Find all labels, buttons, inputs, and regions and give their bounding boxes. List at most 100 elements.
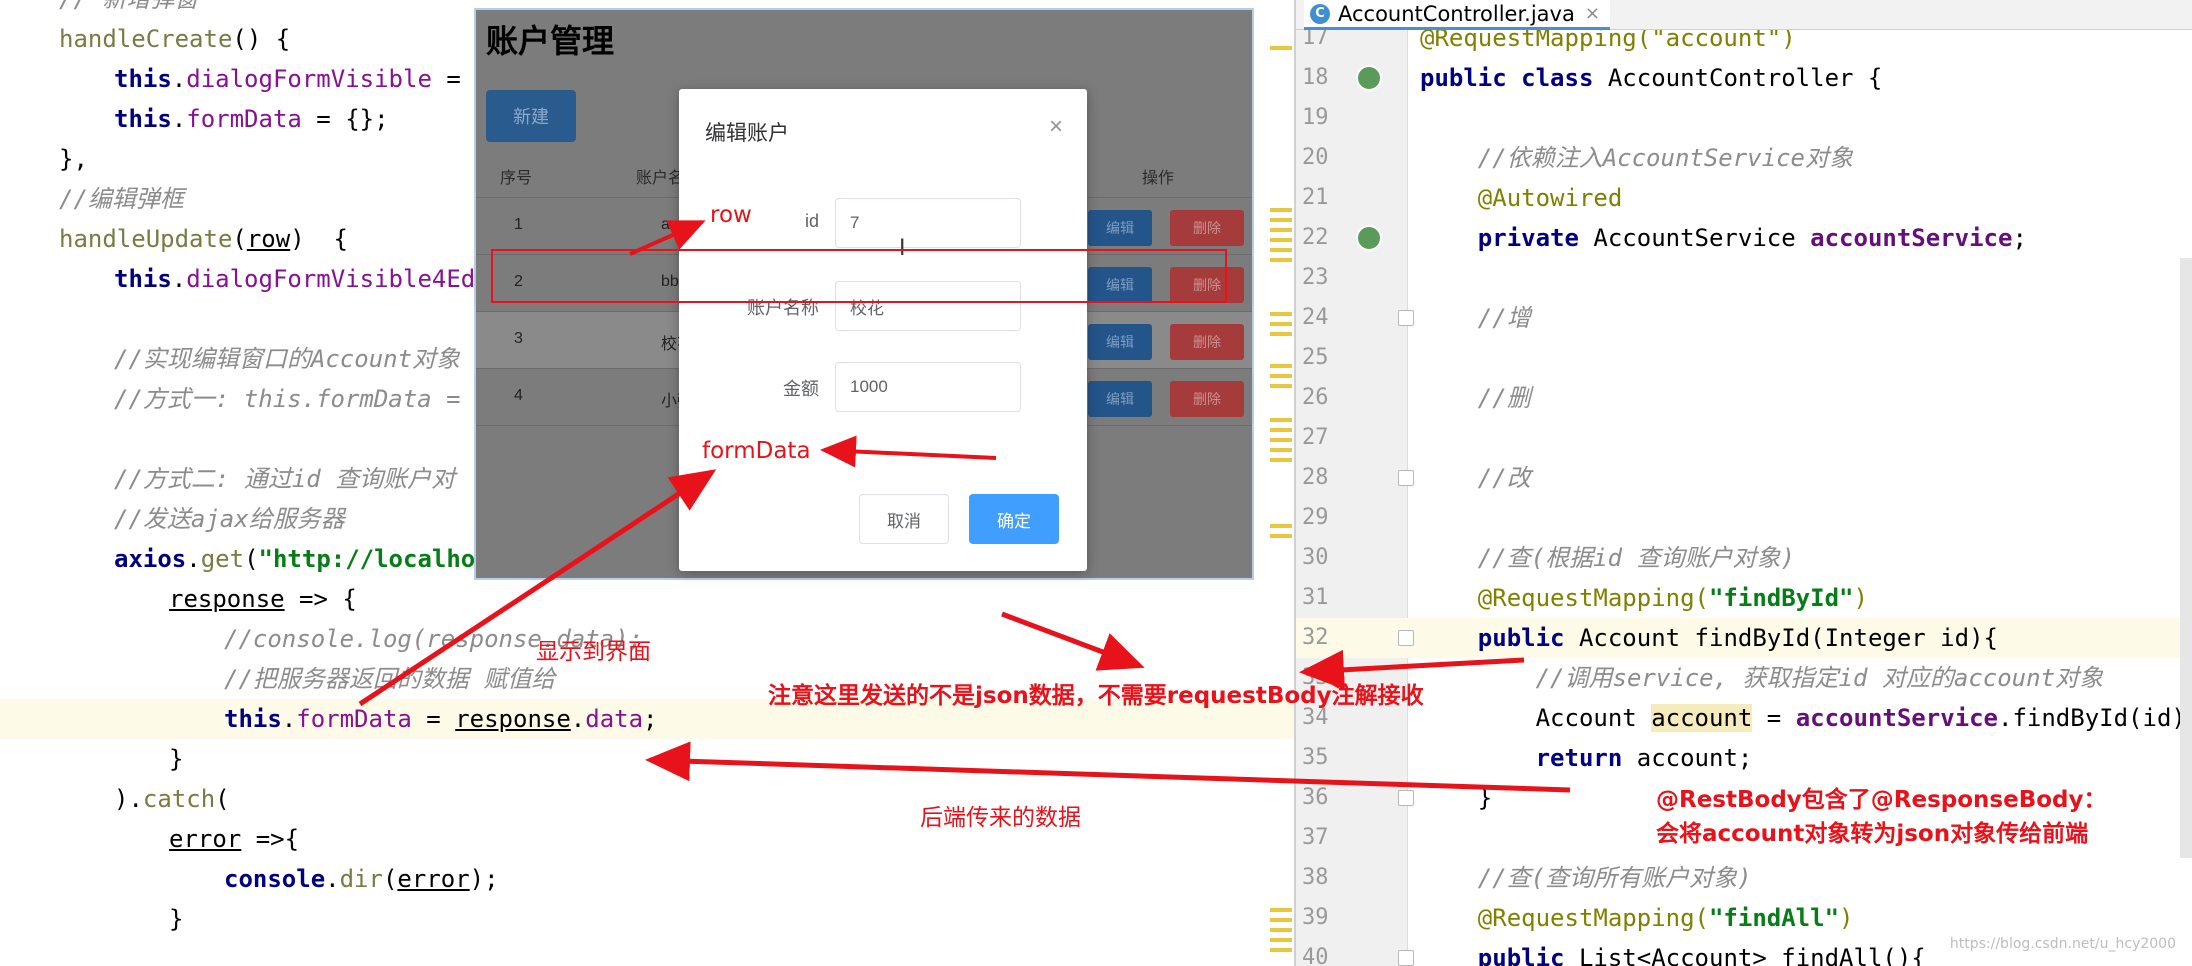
code-line[interactable]: } (0, 739, 183, 779)
new-account-button[interactable]: 新建 (486, 90, 576, 142)
vertical-scrollbar[interactable] (2180, 258, 2192, 858)
code-line[interactable]: 25 (1296, 338, 2192, 378)
code-line[interactable]: 35 return account; (1296, 738, 2192, 778)
fold-toggle-icon[interactable] (1398, 790, 1414, 806)
code-line[interactable]: 31 @RequestMapping("findById") (1296, 578, 2192, 618)
code-token: . (186, 545, 201, 573)
code-line[interactable]: //发送ajax给服务器 (0, 499, 345, 539)
code-line[interactable]: 18 public class AccountController { (1296, 58, 2192, 98)
fold-toggle-icon[interactable] (1398, 310, 1414, 326)
delete-button[interactable]: 删除 (1170, 381, 1244, 417)
code-line[interactable]: //编辑弹框 (0, 179, 184, 219)
code-token: ( (232, 225, 247, 253)
code-line[interactable]: this.formData = {}; (0, 99, 389, 139)
code-line[interactable]: }, (0, 139, 88, 179)
code-line[interactable]: // 新增弹窗 (0, 0, 198, 19)
code-token: . (171, 65, 187, 93)
amount-field[interactable] (835, 362, 1021, 412)
code-line[interactable]: handleUpdate(row) { (0, 219, 348, 259)
code-line[interactable]: 32 public Account findById(Integer id){ (1296, 618, 2192, 658)
delete-button[interactable]: 删除 (1170, 210, 1244, 246)
code-line[interactable]: 30 //查(根据id 查询账户对象) (1296, 538, 2192, 578)
code-line[interactable]: ).catch( (0, 779, 230, 819)
line-number: 35 (1302, 745, 1329, 770)
code-token: @RequestMapping( (1420, 584, 1709, 612)
code-token: return (1420, 744, 1637, 772)
edit-button[interactable]: 编辑 (1088, 210, 1152, 246)
code-line[interactable] (0, 419, 4, 459)
code-token: ); (469, 865, 499, 893)
code-line[interactable]: 28 //改 (1296, 458, 2192, 498)
code-token: = (411, 705, 456, 733)
code-line[interactable]: //实现编辑窗口的Account对象 (0, 339, 460, 379)
code-text: //删 (1420, 378, 1531, 418)
code-text: @Autowired (1420, 178, 1623, 218)
code-token: handleCreate (59, 25, 233, 53)
fold-toggle-icon[interactable] (1398, 950, 1414, 966)
annotation-backend-data: 后端传来的数据 (920, 805, 1081, 831)
edit-button[interactable]: 编辑 (1088, 324, 1152, 360)
code-line[interactable]: 20 //依赖注入AccountService对象 (1296, 138, 2192, 178)
code-line[interactable]: //方式二: 通过id 查询账户对 (0, 459, 455, 499)
row-index: 4 (514, 387, 523, 404)
code-line[interactable]: error =>{ (0, 819, 299, 859)
code-text: //增 (1420, 298, 1531, 338)
code-line[interactable]: //把服务器返回的数据 赋值给 (0, 659, 555, 699)
code-line[interactable]: 26 //删 (1296, 378, 2192, 418)
code-line[interactable]: 29 (1296, 498, 2192, 538)
annotation-formdata: formData (702, 438, 811, 464)
code-line[interactable]: } (0, 899, 183, 939)
code-token: this (224, 705, 282, 733)
code-line[interactable]: handleCreate() { (0, 19, 290, 59)
confirm-button[interactable]: 确定 (969, 494, 1059, 544)
code-token: //方式二: 通过id 查询账户对 (114, 465, 456, 493)
code-token: //调用service, 获取指定id 对应的account对象 (1420, 664, 2104, 692)
delete-button[interactable]: 删除 (1170, 324, 1244, 360)
code-line[interactable] (0, 299, 4, 339)
code-line[interactable]: 27 (1296, 418, 2192, 458)
code-token: //查(根据id 查询账户对象) (1420, 544, 1795, 572)
cancel-button[interactable]: 取消 (859, 494, 949, 544)
file-tab-account-controller[interactable]: C AccountController.java × (1304, 0, 1610, 30)
code-token: =>{ (241, 825, 300, 853)
code-line[interactable]: 38 //查(查询所有账户对象) (1296, 858, 2192, 898)
line-number: 20 (1302, 145, 1329, 170)
code-line[interactable]: 19 (1296, 98, 2192, 138)
line-number: 27 (1302, 425, 1329, 450)
fold-toggle-icon[interactable] (1398, 630, 1414, 646)
code-token: Account findById(Integer id){ (1578, 624, 1998, 652)
code-line[interactable]: 23 (1296, 258, 2192, 298)
line-number: 38 (1302, 865, 1329, 890)
code-line[interactable]: 24 //增 (1296, 298, 2192, 338)
annotation-restbody-1: @RestBody包含了@ResponseBody： (1656, 787, 2107, 813)
code-line[interactable]: 39 @RequestMapping("findAll") (1296, 898, 2192, 938)
code-token: //依赖注入AccountService对象 (1420, 144, 1853, 172)
autowired-bean-icon[interactable] (1356, 225, 1382, 251)
column-header-account-name: 账户名 (636, 170, 685, 187)
close-tab-icon[interactable]: × (1585, 3, 1600, 24)
code-text: @RequestMapping("findById") (1420, 578, 1868, 618)
code-line[interactable]: this.dialogFormVisible = (0, 59, 475, 99)
code-line[interactable]: 22 private AccountService accountService… (1296, 218, 2192, 258)
code-line[interactable]: //方式一: this.formData = r (0, 379, 489, 419)
code-token: //编辑弹框 (59, 185, 184, 213)
fold-toggle-icon[interactable] (1398, 470, 1414, 486)
file-tab-label: AccountController.java (1338, 1, 1575, 26)
line-number: 32 (1302, 625, 1329, 650)
code-line[interactable]: console.dir(error); (0, 859, 499, 899)
id-field[interactable] (835, 198, 1021, 248)
code-line[interactable]: 21 @Autowired (1296, 178, 2192, 218)
code-line[interactable]: 33 //调用service, 获取指定id 对应的account对象 (1296, 658, 2192, 698)
code-token: //查(查询所有账户对象) (1420, 864, 1752, 892)
code-token: catch (142, 785, 216, 813)
code-token: ( (244, 545, 259, 573)
close-icon[interactable]: × (1049, 113, 1063, 141)
java-class-icon: C (1310, 3, 1330, 24)
code-token: = (1752, 704, 1796, 732)
code-line[interactable]: this.dialogFormVisible4Ed (0, 259, 475, 299)
code-token: }, (59, 145, 88, 173)
spring-bean-icon[interactable] (1356, 65, 1382, 91)
code-line[interactable]: response => { (0, 579, 357, 619)
code-line[interactable]: 34 Account account = accountService.find… (1296, 698, 2192, 738)
edit-button[interactable]: 编辑 (1088, 381, 1152, 417)
